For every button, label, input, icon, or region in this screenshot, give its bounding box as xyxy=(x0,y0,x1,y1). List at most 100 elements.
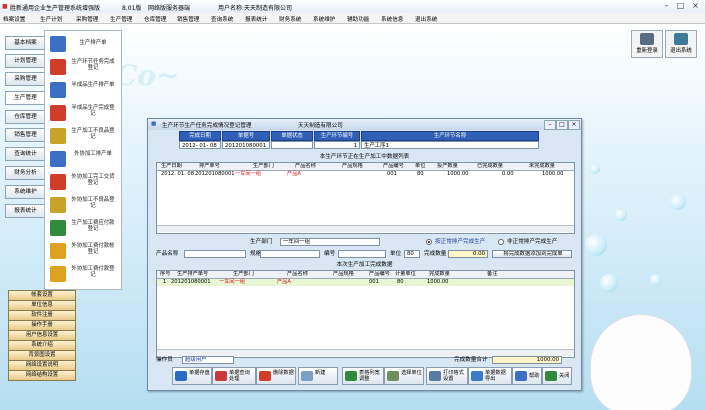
tab-system-maintenance[interactable]: 系统维护 xyxy=(5,185,46,199)
minimize-icon[interactable]: – xyxy=(661,1,672,11)
dialog-company: 天天制造有限公司 xyxy=(298,123,343,129)
grid1-horizontal-scrollbar[interactable] xyxy=(157,225,574,232)
tab-basic-archive[interactable]: 基本档案 xyxy=(5,36,46,50)
module-outsource-schedule[interactable]: 外协加工排产单 xyxy=(48,149,118,171)
app-icon: ■ xyxy=(2,3,8,10)
abnormal-schedule-radio[interactable] xyxy=(498,239,504,245)
tab-warehouse-management[interactable]: 仓库管理 xyxy=(5,110,46,124)
total-field: 1000.00 xyxy=(492,356,562,364)
tab-plan-management[interactable]: 计划管理 xyxy=(5,54,46,68)
module-semi-product-schedule[interactable]: 半成品生产排产单 xyxy=(48,80,118,102)
column-width-button[interactable]: 表格列宽调整 xyxy=(342,367,384,385)
module-semi-product-complete[interactable]: 半成品生产完成登记 xyxy=(48,103,118,125)
arrow-up-icon xyxy=(50,105,66,121)
product-name-label: 产品名称 xyxy=(156,251,179,257)
module-production-schedule[interactable]: 生产排产单 xyxy=(48,34,118,56)
dept-label: 生产部门 xyxy=(250,239,273,245)
tab-purchase-management[interactable]: 采购管理 xyxy=(5,72,46,86)
tab-finance-analysis[interactable]: 财务分析 xyxy=(5,166,46,180)
completion-dialog: ■ 生产环节生产任务完成情况登记管理 天天制造有限公司 – □ × 完成日期 单… xyxy=(147,118,582,391)
delete-data-button[interactable]: 删除数据 xyxy=(256,367,296,385)
close-icon xyxy=(545,371,557,381)
section1-title: 本生产环节正在生产加工中数据列表 xyxy=(319,154,410,160)
menu-item[interactable]: 销售管理 xyxy=(177,15,199,23)
module-production-defect[interactable]: 生产加工不良品登记 xyxy=(48,126,118,148)
menu-item[interactable]: 报表统计 xyxy=(245,15,267,23)
maximize-icon[interactable]: □ xyxy=(675,1,686,11)
relogin-button[interactable]: 重新登录 xyxy=(631,30,663,58)
header-label-date: 完成日期 xyxy=(179,131,221,141)
dept-select[interactable]: 一车间一组 xyxy=(280,238,380,246)
menu-item[interactable]: 辅助功能 xyxy=(347,15,369,23)
close-dialog-button[interactable]: 关闭 xyxy=(542,367,572,385)
qty-field[interactable]: 0.00 xyxy=(448,250,488,258)
help-button[interactable]: 帮助 xyxy=(512,367,542,385)
menu-item[interactable]: 采购管理 xyxy=(76,15,98,23)
menu-item[interactable]: 生产管理 xyxy=(110,15,132,23)
menu-item[interactable]: 财务系统 xyxy=(279,15,301,23)
menu-item[interactable]: 仓库管理 xyxy=(144,15,166,23)
stage-name-select[interactable]: 生产工序1 xyxy=(361,141,539,149)
menu-bar: 档案设置 生产计划 采购管理 生产管理 仓库管理 销售管理 查询系统 报表统计 … xyxy=(0,13,705,24)
new-document-button[interactable]: 新建 xyxy=(298,367,338,385)
ledger-icon xyxy=(50,243,66,259)
query-icon xyxy=(215,371,227,381)
close-window-icon[interactable]: × xyxy=(690,1,701,11)
print-format-button[interactable]: 打印格式设置 xyxy=(426,367,468,385)
date-field[interactable]: 2012- 01- 08 xyxy=(179,141,221,149)
mascot-illustration xyxy=(590,314,692,410)
network-structure-button[interactable]: 网络结构设置 xyxy=(8,370,76,381)
module-outsource-delivery[interactable]: 外协加工完工交货登记 xyxy=(48,172,118,194)
normal-schedule-radio[interactable] xyxy=(426,239,432,245)
abnormal-schedule-label: 非正常排产完成生产 xyxy=(507,239,558,245)
tab-sales-management[interactable]: 销售管理 xyxy=(5,128,46,142)
tab-query-statistics[interactable]: 查询统计 xyxy=(5,147,46,161)
bubble-decoration xyxy=(600,274,618,292)
code-field[interactable] xyxy=(338,250,386,258)
print-icon xyxy=(429,371,441,381)
menu-item[interactable]: 系统维护 xyxy=(313,15,335,23)
stage-no-field[interactable]: 1 xyxy=(314,141,360,149)
table-row[interactable]: 2012. 01. 08 201201080001 一车间一组 产品A 001 … xyxy=(157,171,574,178)
module-stage-task-complete[interactable]: 生产环节任务完成登记 xyxy=(48,57,118,79)
app-network: 网络版服务器端 xyxy=(148,5,191,12)
header-label-stage-no: 生产环节编号 xyxy=(314,131,360,141)
menu-item[interactable]: 查询系统 xyxy=(211,15,233,23)
dialog-maximize-icon[interactable]: □ xyxy=(556,120,568,130)
menu-item[interactable]: 系统信息 xyxy=(381,15,403,23)
delete-icon xyxy=(259,371,271,381)
product-name-field[interactable] xyxy=(184,250,246,258)
menu-item[interactable]: 退出系统 xyxy=(415,15,437,23)
tab-production-management[interactable]: 生产管理 xyxy=(5,91,46,105)
dialog-icon: ■ xyxy=(151,121,157,127)
doc-status-field[interactable] xyxy=(271,141,313,149)
menu-item[interactable]: 生产计划 xyxy=(40,15,62,23)
bubble-decoration xyxy=(590,164,600,174)
table-row[interactable]: 1 201201080001 一车间一组 产品A 001 80 1000.00 xyxy=(157,279,574,286)
module-outsource-fee-ledger[interactable]: 外协加工费付款帐登记 xyxy=(48,241,118,263)
menu-item[interactable]: 档案设置 xyxy=(3,15,25,23)
add-to-completion-button[interactable]: 将完成数据添加到完成单 xyxy=(492,250,572,258)
completion-grid: 序号 生产排产单号 生产部门 产品名称 产品规格 产品编号 计量单位 完成数量 … xyxy=(156,270,575,358)
dialog-minimize-icon[interactable]: – xyxy=(544,120,556,130)
section2-title: 本次生产加工完成数据 xyxy=(336,262,393,268)
doc-no-field[interactable]: 201201080001 xyxy=(222,141,270,149)
unit-field[interactable]: 80 xyxy=(404,250,420,258)
grid1-header: 生产日期 排产单号 生产部门 产品名称 产品规格 产品编号 单位 投产数量 已完… xyxy=(157,163,574,171)
export-data-button[interactable]: 单据数据导出 xyxy=(468,367,512,385)
dialog-close-icon[interactable]: × xyxy=(568,120,580,130)
tab-report-statistics[interactable]: 报表统计 xyxy=(5,204,46,218)
module-outsource-fee-payment[interactable]: 外协加工费付款登记 xyxy=(48,264,118,286)
module-production-fee-payable[interactable]: 生产加工费应付款登记 xyxy=(48,218,118,240)
exit-system-button[interactable]: 退出系统 xyxy=(665,30,697,58)
module-outsource-defect[interactable]: 外协加工不良品登记 xyxy=(48,195,118,217)
select-unit-button[interactable]: 选择单位 xyxy=(384,367,424,385)
grid2-horizontal-scrollbar[interactable] xyxy=(157,349,574,356)
spec-field[interactable] xyxy=(260,250,320,258)
schedule-icon xyxy=(50,151,66,167)
save-document-button[interactable]: 单据存盘 xyxy=(172,367,212,385)
qty-label: 完成数量 xyxy=(424,251,447,257)
dialog-title: 生产环节生产任务完成情况登记管理 xyxy=(162,123,252,129)
query-document-button[interactable]: 单据查询 处理 xyxy=(212,367,256,385)
select-icon xyxy=(387,371,399,381)
